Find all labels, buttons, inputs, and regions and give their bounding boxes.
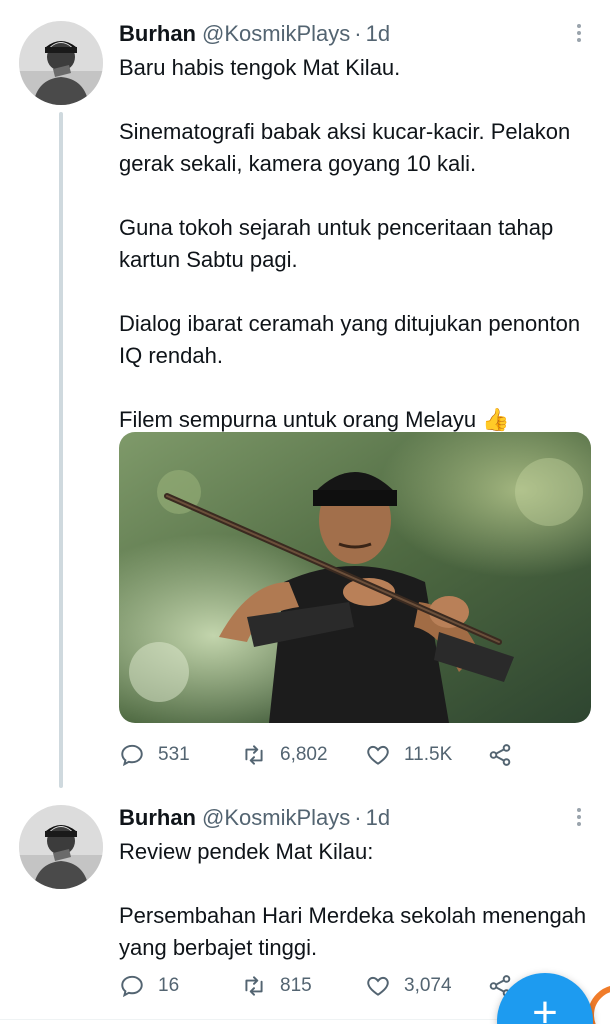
separator-dot: · xyxy=(354,21,362,46)
reply-icon xyxy=(121,744,143,767)
retweet-icon xyxy=(245,976,263,996)
author-name[interactable]: Burhan xyxy=(119,21,196,46)
tweet-paragraph: Persembahan Hari Merdeka sekolah menenga… xyxy=(119,903,587,960)
tweet-last-line: Filem sempurna untuk orang Melayu xyxy=(119,407,477,432)
tweet-paragraph: Guna tokoh sejarah untuk penceritaan tah… xyxy=(119,215,554,272)
retweet-button[interactable]: 815 xyxy=(241,966,312,1006)
avatar[interactable] xyxy=(19,21,103,105)
separator-dot: · xyxy=(354,805,362,830)
author-name[interactable]: Burhan xyxy=(119,805,196,830)
tweet-paragraph: Baru habis tengok Mat Kilau. xyxy=(119,55,401,80)
retweet-count: 6,802 xyxy=(280,744,328,765)
more-icon[interactable] xyxy=(572,806,586,830)
compose-icon: + xyxy=(532,988,558,1024)
reply-count: 531 xyxy=(158,744,190,765)
timestamp[interactable]: 1d xyxy=(366,805,390,830)
like-button[interactable]: 3,074 xyxy=(365,966,452,1006)
retweet-count: 815 xyxy=(280,975,312,996)
reply-button[interactable]: 16 xyxy=(119,966,179,1006)
like-count: 11.5K xyxy=(404,744,453,765)
more-icon[interactable] xyxy=(572,22,586,46)
tweet-text: Baru habis tengok Mat Kilau. Sinematogra… xyxy=(119,52,589,436)
warrior-photo xyxy=(119,432,591,723)
author-handle[interactable]: @KosmikPlays xyxy=(202,21,350,46)
tweet-text: Review pendek Mat Kilau: Persembahan Har… xyxy=(119,836,589,964)
tweet-actions: 531 6,802 11.5K xyxy=(119,735,539,775)
like-button[interactable]: 11.5K xyxy=(365,735,452,775)
tweet-header: Burhan @KosmikPlays · 1d xyxy=(119,801,390,835)
tweet-header: Burhan @KosmikPlays · 1d xyxy=(119,17,390,51)
tweet-paragraph: Sinematografi babak aksi kucar-kacir. Pe… xyxy=(119,119,571,176)
tweet-paragraph: Review pendek Mat Kilau: xyxy=(119,839,374,864)
author-handle[interactable]: @KosmikPlays xyxy=(202,805,350,830)
tweet-media-photo[interactable] xyxy=(119,432,591,723)
share-button[interactable] xyxy=(487,735,526,775)
reply-count: 16 xyxy=(158,975,180,996)
like-icon xyxy=(367,745,389,765)
reply-icon xyxy=(121,975,143,998)
like-count: 3,074 xyxy=(404,975,452,996)
thread-connector xyxy=(59,112,63,788)
avatar-photo xyxy=(19,21,103,105)
tweet-actions: 16 815 3,074 xyxy=(119,966,539,1006)
retweet-button[interactable]: 6,802 xyxy=(241,735,328,775)
thumbs-up-emoji: 👍 xyxy=(482,407,510,432)
like-icon xyxy=(367,976,389,996)
share-icon xyxy=(489,744,511,766)
retweet-icon xyxy=(245,745,263,765)
tweet-paragraph: Dialog ibarat ceramah yang ditujukan pen… xyxy=(119,311,581,368)
avatar-photo xyxy=(19,805,103,889)
timeline: Burhan @KosmikPlays · 1d Baru habis tengok … xyxy=(0,0,610,1024)
avatar[interactable] xyxy=(19,805,103,889)
reply-button[interactable]: 531 xyxy=(119,735,190,775)
timestamp[interactable]: 1d xyxy=(366,21,390,46)
